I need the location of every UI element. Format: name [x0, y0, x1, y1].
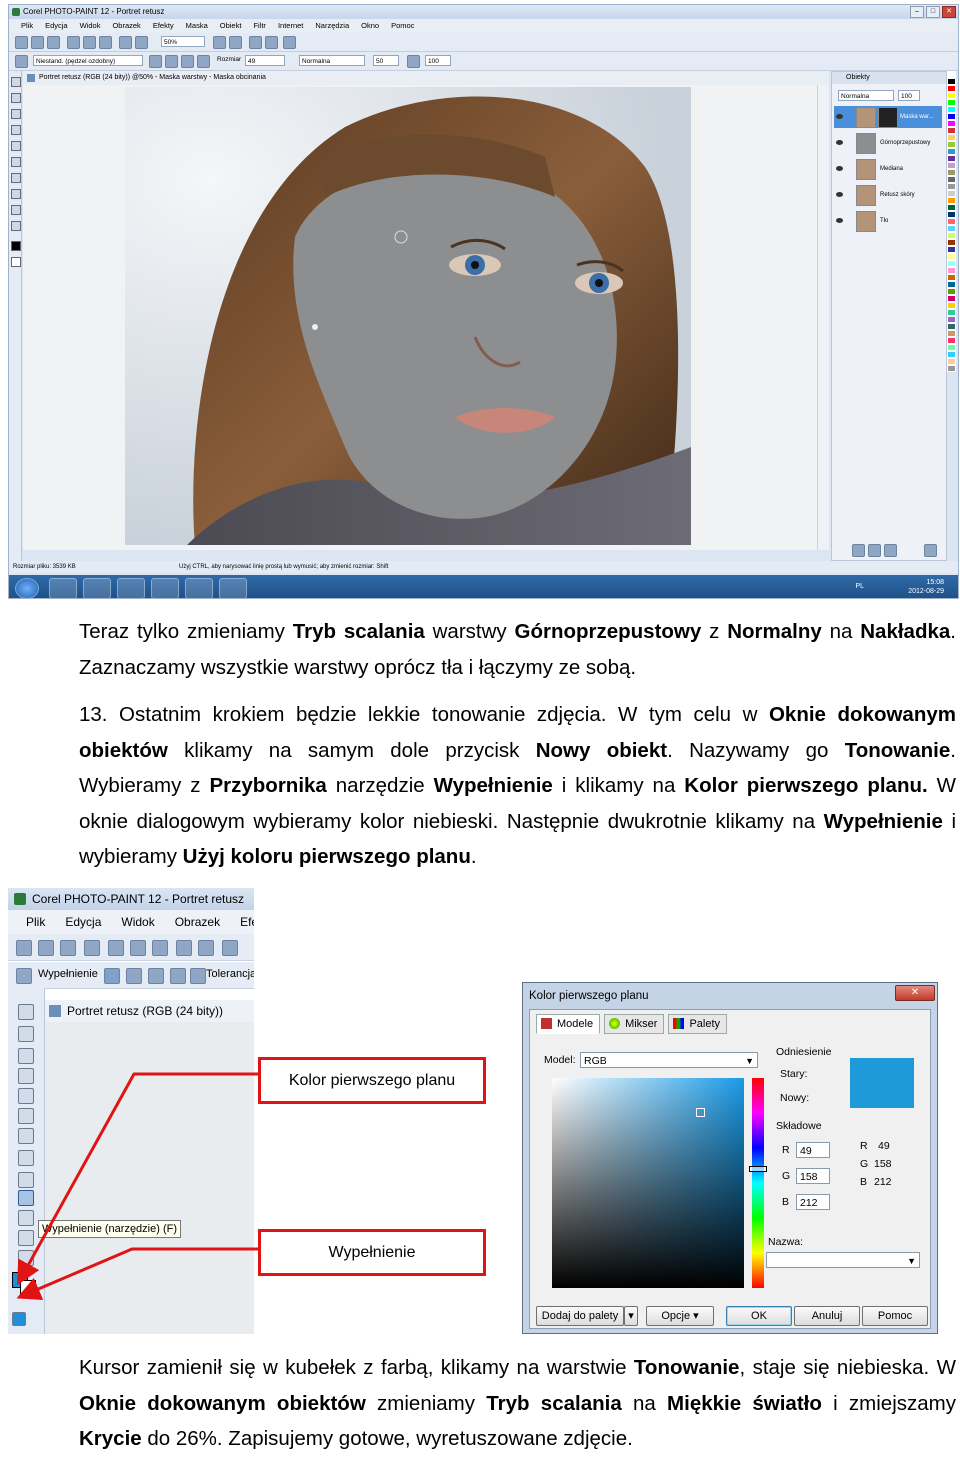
bold-term: Tryb scalania [486, 1391, 622, 1415]
text: do 26%. Zapisujemy gotowe, wyretuszowane… [141, 1427, 633, 1450]
tab-label: Modele [557, 1018, 594, 1030]
red-input[interactable]: 49 [796, 1142, 830, 1158]
bold-term: Miękkie światło [667, 1391, 822, 1415]
color-picker-marker[interactable] [696, 1108, 705, 1117]
mixer-icon [609, 1018, 621, 1029]
model-label: Model: [544, 1054, 576, 1066]
hue-slider-handle[interactable] [749, 1166, 767, 1172]
tab-palety[interactable]: Palety [668, 1014, 728, 1034]
old-color-label: Stary: [780, 1068, 808, 1080]
callout-foreground-color: Kolor pierwszego planu [258, 1057, 486, 1104]
red-readout: 49 [878, 1140, 890, 1152]
options-button[interactable]: Opcje ▾ [646, 1306, 714, 1326]
text: Kursor zamienił się w kubełek z farbą, k… [79, 1356, 634, 1379]
components-label: Składowe [776, 1120, 822, 1132]
palettes-icon [673, 1018, 685, 1029]
tab-mikser[interactable]: Mikser [604, 1014, 665, 1034]
component-label: R [782, 1144, 790, 1156]
tab-modele[interactable]: Modele [536, 1014, 601, 1034]
component-label: G [860, 1158, 869, 1170]
bold-term: Oknie dokowanym obiektów [79, 1391, 366, 1415]
text: zmieniamy [365, 1391, 487, 1415]
dialog-body: Modele Mikser Palety Model: RGB ▼ Odnies… [529, 1009, 931, 1329]
cancel-button[interactable]: Anuluj [794, 1306, 860, 1326]
tab-label: Mikser [625, 1018, 658, 1030]
text: , staje się niebieska. W [739, 1356, 956, 1379]
help-button[interactable]: Pomoc [862, 1306, 928, 1326]
component-label: R [860, 1140, 868, 1152]
component-label: G [782, 1170, 791, 1182]
text: na [621, 1391, 668, 1415]
add-to-palette-dropdown[interactable]: ▾ [624, 1306, 638, 1326]
options-button-label: Opcje [661, 1310, 691, 1322]
arrow-to-fill-tool [16, 1247, 258, 1300]
bold-term: Tonowanie [633, 1356, 740, 1379]
hue-slider[interactable] [749, 1078, 767, 1288]
dialog-close-button[interactable]: ✕ [895, 985, 935, 1001]
add-to-palette-button[interactable]: Dodaj do palety [536, 1306, 624, 1326]
color-field[interactable] [552, 1078, 744, 1288]
dialog-tabs: Modele Mikser Palety [536, 1014, 728, 1034]
models-icon [541, 1018, 552, 1029]
component-label: B [782, 1196, 790, 1208]
ok-button[interactable]: OK [726, 1306, 792, 1326]
dialog-title: Kolor pierwszego planu [529, 990, 649, 1002]
paragraph-final: Kursor zamienił się w kubełek z farbą, k… [79, 1350, 956, 1457]
bold-term: Krycie [79, 1427, 142, 1450]
tab-label: Palety [689, 1018, 721, 1030]
chevron-down-icon: ▼ [745, 1056, 754, 1066]
reference-label: Odniesienie [776, 1046, 832, 1058]
callout-fill: Wypełnienie [258, 1229, 486, 1276]
green-input[interactable]: 158 [796, 1168, 830, 1184]
blue-readout: 212 [874, 1176, 892, 1188]
model-select[interactable]: RGB ▼ [580, 1052, 758, 1068]
foreground-color-dialog: Kolor pierwszego planu ✕ Modele Mikser P… [522, 982, 938, 1334]
green-readout: 158 [874, 1158, 892, 1170]
chevron-down-icon: ▼ [907, 1256, 916, 1266]
new-color-label: Nowy: [780, 1092, 810, 1104]
blue-input[interactable]: 212 [796, 1194, 830, 1210]
color-name-select[interactable]: ▼ [766, 1252, 920, 1268]
model-value: RGB [584, 1055, 607, 1067]
new-color-preview [850, 1058, 914, 1108]
text: i zmiejszamy [821, 1391, 956, 1415]
name-label: Nazwa: [768, 1236, 804, 1248]
component-label: B [860, 1176, 868, 1188]
